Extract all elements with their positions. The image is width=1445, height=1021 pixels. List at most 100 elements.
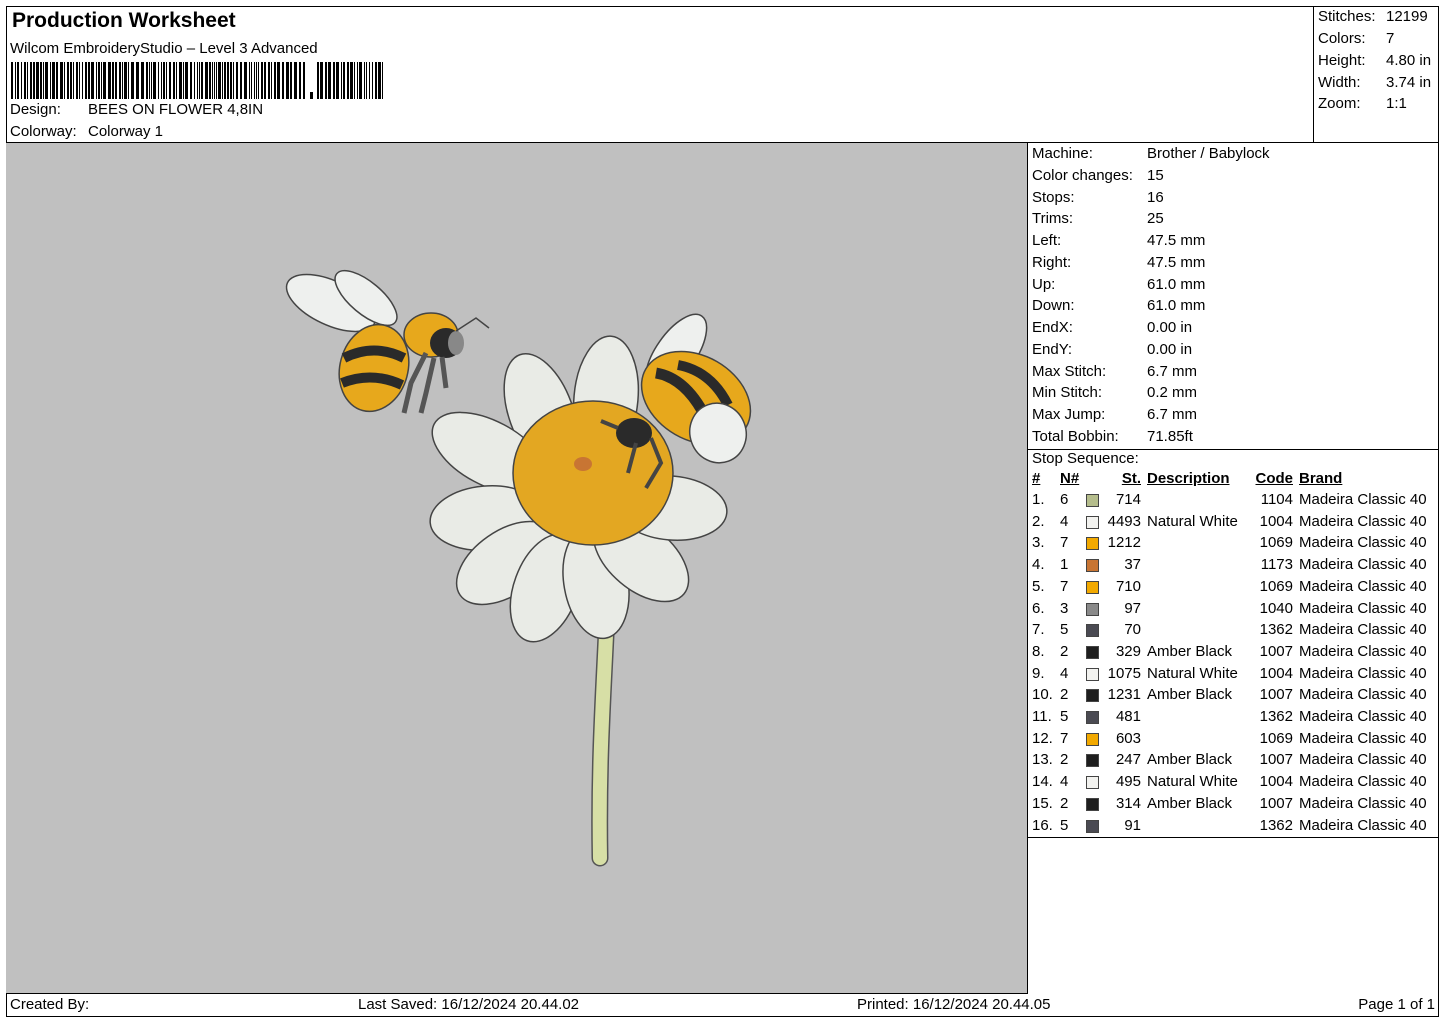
thread-brand: Madeira Classic 40 xyxy=(1299,664,1427,682)
barcode-bar xyxy=(153,62,156,99)
info-value: 0.2 mm xyxy=(1147,384,1198,402)
info-label: Max Stitch: xyxy=(1032,362,1107,380)
info-label: Min Stitch: xyxy=(1032,384,1103,402)
table-row: 8. 2 329 Amber Black 1007 Madeira Classic 40 xyxy=(1028,643,1439,664)
color-swatch xyxy=(1086,819,1099,833)
table-row: 7. 5 70 1362 Madeira Classic 40 xyxy=(1028,621,1439,642)
barcode-bar xyxy=(249,62,250,99)
barcode-bar xyxy=(15,62,16,99)
thread-brand: Madeira Classic 40 xyxy=(1299,729,1427,747)
row-number: 13. xyxy=(1032,751,1053,769)
info-value: 0.00 in xyxy=(1147,340,1193,358)
info-row: Down: 61.0 mm xyxy=(1032,297,1205,314)
thread-brand: Madeira Classic 40 xyxy=(1299,534,1427,552)
table-row: 9. 4 1075 Natural White 1004 Madeira Classic … xyxy=(1028,665,1439,686)
stat-label: Zoom: xyxy=(1318,95,1361,112)
needle-number: 3 xyxy=(1060,599,1069,617)
barcode-bar xyxy=(274,62,276,99)
barcode-bar xyxy=(303,62,305,99)
table-row: 10. 2 1231 Amber Black 1007 Madeira Classic 4… xyxy=(1028,686,1439,707)
thread-code: 1069 xyxy=(1259,577,1293,595)
table-row: 13. 2 247 Amber Black 1007 Madeira Classic 40 xyxy=(1028,751,1439,772)
barcode-bar xyxy=(73,62,74,99)
stat-zoom: Zoom: 1:1 xyxy=(1318,95,1436,112)
barcode-bar xyxy=(199,62,200,99)
thread-description: Amber Black xyxy=(1147,642,1233,660)
stat-value: 12199 xyxy=(1386,8,1428,25)
table-row: 4. 1 37 1173 Madeira Classic 40 xyxy=(1028,556,1439,577)
barcode-bar xyxy=(146,62,148,99)
row-number: 11. xyxy=(1032,708,1052,725)
stitch-count: 603 xyxy=(1115,729,1141,747)
info-row: Max Stitch: 6.7 mm xyxy=(1032,363,1197,380)
thread-code: 1007 xyxy=(1259,642,1293,660)
needle-number: 7 xyxy=(1060,577,1069,595)
barcode-bar xyxy=(88,62,90,99)
thread-code: 1007 xyxy=(1259,794,1293,812)
stitch-count: 495 xyxy=(1115,773,1141,791)
color-swatch xyxy=(1086,711,1099,724)
header-stitches: St. xyxy=(1121,470,1141,487)
info-value: 71.85ft xyxy=(1147,427,1193,445)
barcode xyxy=(11,62,383,99)
color-swatch xyxy=(1086,754,1099,768)
barcode-bar xyxy=(21,62,22,99)
barcode-bar xyxy=(366,62,367,99)
barcode-bar xyxy=(375,62,377,99)
barcode-bar xyxy=(343,62,345,99)
thread-brand: Madeira Classic 40 xyxy=(1299,816,1427,834)
barcode-bar xyxy=(70,62,72,99)
barcode-bar xyxy=(76,62,78,99)
barcode-bar xyxy=(197,62,198,99)
barcode-bar xyxy=(40,62,42,99)
stitch-count: 329 xyxy=(1115,642,1141,660)
page-number: Page 1 of 1 xyxy=(1358,996,1435,1013)
info-row: EndY: 0.00 in xyxy=(1032,341,1192,358)
printed-date: Printed: 16/12/2024 20.44.05 xyxy=(857,996,1051,1013)
row-number: 1. xyxy=(1032,491,1045,508)
created-by: Created By: xyxy=(10,996,90,1013)
barcode-bar xyxy=(244,62,247,99)
barcode-bar xyxy=(11,62,13,99)
info-row: Color changes: 15 xyxy=(1032,167,1164,184)
stat-value: 7 xyxy=(1386,30,1395,47)
color-swatch xyxy=(1086,559,1099,573)
thread-code: 1104 xyxy=(1260,491,1293,508)
barcode-bar xyxy=(258,62,259,99)
stitch-count: 4493 xyxy=(1107,512,1141,530)
stitch-count: 37 xyxy=(1124,556,1141,574)
info-row: Machine: Brother / Babylock xyxy=(1032,145,1270,162)
barcode-bar xyxy=(56,62,58,99)
info-label: EndX: xyxy=(1032,319,1073,336)
barcode-bar xyxy=(222,62,223,99)
barcode-bar xyxy=(354,62,355,99)
barcode-bar xyxy=(17,62,19,99)
embroidery-design-image xyxy=(285,269,752,867)
machine-info: Machine: Brother / Babylock Color changes:… xyxy=(1028,143,1439,450)
info-value: 0.00 in xyxy=(1147,319,1193,336)
stitch-count: 91 xyxy=(1124,816,1141,834)
thread-brand: Madeira Classic 40 xyxy=(1299,686,1427,704)
header-needle: N# xyxy=(1060,470,1080,487)
bee-left-icon xyxy=(285,269,490,414)
thread-code: 1004 xyxy=(1259,512,1293,530)
color-swatch xyxy=(1086,645,1099,659)
stitch-count: 70 xyxy=(1124,621,1141,639)
color-swatch xyxy=(1086,602,1099,616)
needle-number: 7 xyxy=(1060,534,1069,552)
row-number: 12. xyxy=(1032,729,1053,747)
thread-code: 1362 xyxy=(1259,816,1293,834)
info-label: Down: xyxy=(1032,297,1075,315)
design-label: Design: xyxy=(10,101,61,118)
info-row: Trims: 25 xyxy=(1032,210,1164,227)
barcode-bar xyxy=(277,62,280,99)
info-value: 6.7 mm xyxy=(1147,362,1198,380)
thread-description: Amber Black xyxy=(1147,794,1233,812)
needle-number: 5 xyxy=(1060,621,1069,639)
barcode-bar xyxy=(209,62,211,99)
last-saved: Last Saved: 16/12/2024 20.44.02 xyxy=(358,996,580,1013)
barcode-bar xyxy=(103,62,106,99)
needle-number: 1 xyxy=(1060,556,1069,574)
stat-value: 1:1 xyxy=(1386,95,1407,112)
barcode-bar xyxy=(240,62,242,99)
